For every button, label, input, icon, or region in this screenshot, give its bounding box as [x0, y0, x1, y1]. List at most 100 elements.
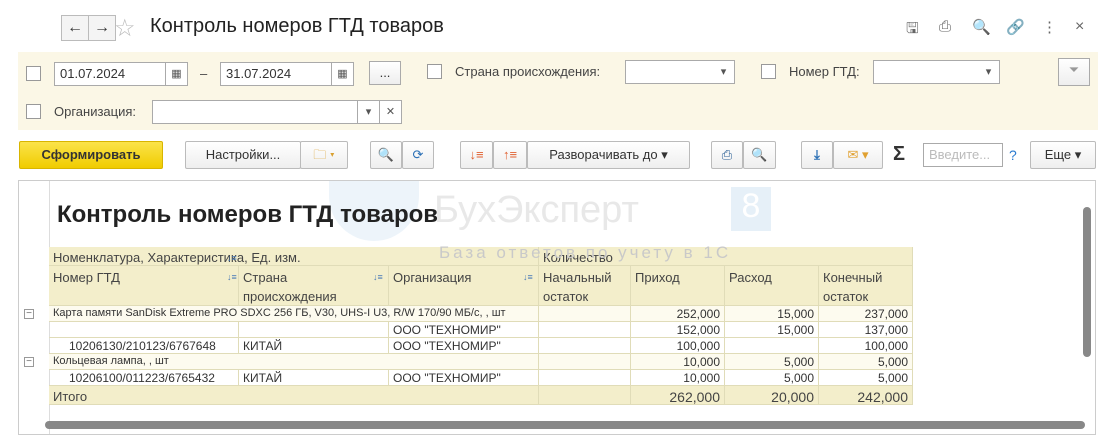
link-icon[interactable]: 🔗: [1006, 18, 1025, 36]
gtd-field[interactable]: [873, 60, 979, 84]
gtd-cell: 10206100/011223/6765432: [49, 370, 239, 386]
group-row-name: Кольцевая лампа, , шт: [49, 354, 539, 370]
qty-in-cell: 10,000: [631, 354, 725, 370]
chevron-down-icon[interactable]: ▾: [978, 60, 1000, 84]
search-icon[interactable]: 🔍: [370, 141, 402, 169]
org-cell: ООО "ТЕХНОМИР": [389, 322, 539, 338]
calendar-icon[interactable]: ▦: [332, 62, 354, 86]
horizontal-scrollbar[interactable]: [45, 421, 1085, 429]
total-out-cell: 20,000: [725, 386, 819, 405]
calendar-icon[interactable]: ▦: [166, 62, 188, 86]
vertical-scrollbar[interactable]: [1083, 207, 1091, 357]
org-label: Организация:: [54, 104, 137, 119]
close-button[interactable]: ×: [1075, 18, 1084, 36]
email-icon[interactable]: ✉ ▾: [833, 141, 883, 169]
gtd-label: Номер ГТД:: [789, 64, 860, 79]
org-checkbox[interactable]: [26, 104, 41, 119]
more-button[interactable]: Еще ▾: [1030, 141, 1096, 169]
expand-to-button[interactable]: Разворачивать до ▾: [527, 141, 690, 169]
qty-end-cell: 137,000: [819, 322, 913, 338]
header-col: Расход: [725, 266, 819, 306]
save-icon[interactable]: 🖫: [906, 18, 919, 43]
total-label: Итого: [49, 386, 539, 405]
sum-input[interactable]: Введите...: [923, 143, 1003, 167]
total-end-cell: 242,000: [819, 386, 913, 405]
total-start-cell: [539, 386, 631, 405]
report-title: Контроль номеров ГТД товаров: [57, 201, 439, 228]
qty-out-cell: [725, 338, 819, 354]
country-checkbox[interactable]: [427, 64, 442, 79]
chevron-down-icon[interactable]: ▾: [358, 100, 380, 124]
back-button[interactable]: ←: [61, 15, 89, 41]
qty-end-cell: 5,000: [819, 354, 913, 370]
sort-asc-icon[interactable]: ↑≡: [493, 141, 527, 169]
header-col: Страна происхождения: [239, 266, 389, 306]
qty-out-cell: 5,000: [725, 354, 819, 370]
forward-button[interactable]: →: [88, 15, 116, 41]
org-field[interactable]: [152, 100, 358, 124]
org-cell: ООО "ТЕХНОМИР": [389, 338, 539, 354]
country-cell: КИТАЙ: [239, 370, 389, 386]
collapse-icon[interactable]: −: [24, 309, 34, 319]
date-dash: –: [200, 66, 208, 81]
header-col: Номер ГТД: [49, 266, 239, 306]
sum-icon[interactable]: Σ: [893, 143, 905, 166]
qty-out-cell: 15,000: [725, 306, 819, 322]
period-select-button[interactable]: ...: [369, 61, 401, 85]
filter-icon[interactable]: ⏷: [1058, 58, 1090, 86]
header-col: Конечный остаток: [819, 266, 913, 306]
gtd-cell: 10206130/210123/6767648: [49, 338, 239, 354]
print-icon[interactable]: ⎙: [711, 141, 743, 169]
qty-out-cell: 15,000: [725, 322, 819, 338]
qty-in-cell: 100,000: [631, 338, 725, 354]
settings-button[interactable]: Настройки...: [185, 141, 301, 169]
favorite-star-icon[interactable]: ☆: [114, 14, 136, 43]
expand-to-label: Разворачивать до: [549, 147, 658, 162]
variant-folder-icon[interactable]: 🗀 ▾: [300, 141, 348, 169]
sort-icon[interactable]: ↓≡: [227, 272, 237, 282]
qty-in-cell: 252,000: [631, 306, 725, 322]
group-row-name: Карта памяти SanDisk Extreme PRO SDXC 25…: [49, 306, 539, 322]
preview-icon[interactable]: 🔍: [972, 18, 991, 36]
more-label: Еще: [1044, 147, 1072, 162]
sort-icon[interactable]: ↓≡: [373, 272, 383, 282]
qty-in-cell: 10,000: [631, 370, 725, 386]
period-checkbox[interactable]: [26, 66, 41, 81]
help-icon[interactable]: ?: [1009, 147, 1017, 163]
date-from-field[interactable]: 01.07.2024: [54, 62, 166, 86]
country-cell: [239, 322, 389, 338]
sort-icon[interactable]: ↓≡: [227, 253, 237, 263]
download-icon[interactable]: ⤓: [801, 141, 833, 169]
clear-icon[interactable]: ✕: [380, 100, 402, 124]
gtd-cell: [49, 322, 239, 338]
country-field[interactable]: [625, 60, 715, 84]
header-col: Приход: [631, 266, 725, 306]
generate-button[interactable]: Сформировать: [19, 141, 163, 169]
qty-start-cell: [539, 354, 631, 370]
report-area: БухЭксперт 8 Контроль номеров ГТД товаро…: [18, 180, 1096, 435]
header-quantity: Количество: [539, 247, 913, 266]
window-title: Контроль номеров ГТД товаров: [150, 15, 444, 37]
more-vert-icon[interactable]: ⋮: [1042, 18, 1057, 36]
header-col: Организация: [389, 266, 539, 306]
chevron-down-icon[interactable]: ▾: [713, 60, 735, 84]
gtd-checkbox[interactable]: [761, 64, 776, 79]
date-to-field[interactable]: 31.07.2024: [220, 62, 332, 86]
collapse-icon[interactable]: −: [24, 357, 34, 367]
print-preview-icon[interactable]: 🔍: [743, 141, 776, 169]
sort-icon[interactable]: ↓≡: [523, 272, 533, 282]
org-cell: ООО "ТЕХНОМИР": [389, 370, 539, 386]
total-in-cell: 262,000: [631, 386, 725, 405]
sort-desc-icon[interactable]: ↓≡: [460, 141, 493, 169]
country-cell: КИТАЙ: [239, 338, 389, 354]
watermark-version: 8: [731, 187, 771, 231]
qty-start-cell: [539, 370, 631, 386]
print-icon[interactable]: ⎙: [939, 18, 951, 35]
qty-in-cell: 152,000: [631, 322, 725, 338]
search-next-icon[interactable]: ⟳: [402, 141, 434, 169]
header-nomenclature: Номенклатура, Характеристика, Ед. изм.: [49, 247, 539, 266]
filter-panel: 01.07.2024 ▦ – 31.07.2024 ▦ ... Страна п…: [18, 52, 1098, 130]
country-label: Страна происхождения:: [455, 64, 601, 79]
watermark-brand: БухЭксперт: [434, 189, 639, 231]
header-col: Начальный остаток: [539, 266, 631, 306]
